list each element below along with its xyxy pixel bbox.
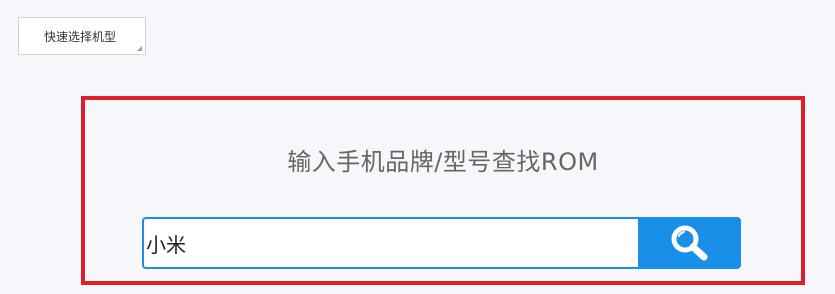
search-button[interactable] [638, 217, 741, 269]
page: 快速选择机型 输入手机品牌/型号查找ROM [0, 0, 835, 294]
quick-select-label: 快速选择机型 [43, 29, 116, 44]
quick-select-dropdown[interactable]: 快速选择机型 [18, 17, 146, 55]
rom-search-panel: 输入手机品牌/型号查找ROM [81, 96, 805, 285]
search-bar [142, 217, 741, 269]
search-title: 输入手机品牌/型号查找ROM [287, 148, 599, 176]
resize-corner-icon [137, 46, 142, 51]
search-input[interactable] [142, 217, 638, 269]
search-icon [671, 225, 707, 261]
